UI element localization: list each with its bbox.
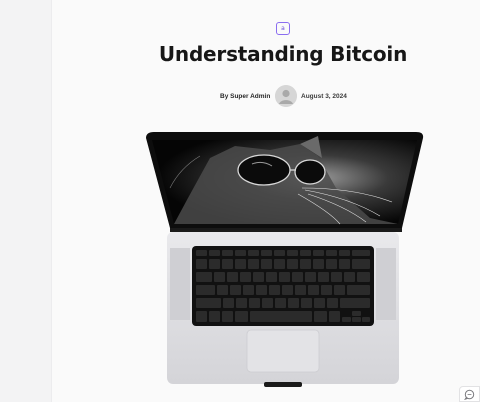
category-tag[interactable]: a	[276, 22, 290, 35]
article-container: a Understanding Bitcoin By Super Admin A…	[52, 0, 480, 402]
page-title: Understanding Bitcoin	[158, 42, 408, 66]
left-sidebar-rail	[0, 0, 52, 402]
author-name[interactable]: By Super Admin	[220, 93, 270, 100]
laptop-cat-image	[146, 132, 424, 387]
featured-image	[140, 128, 430, 390]
chat-bubble-icon	[464, 389, 475, 400]
post-meta: By Super Admin August 3, 2024	[52, 85, 480, 107]
user-avatar-icon	[275, 85, 297, 107]
post-date: August 3, 2024	[301, 93, 347, 100]
chat-button[interactable]	[459, 386, 480, 402]
avatar	[275, 85, 297, 107]
